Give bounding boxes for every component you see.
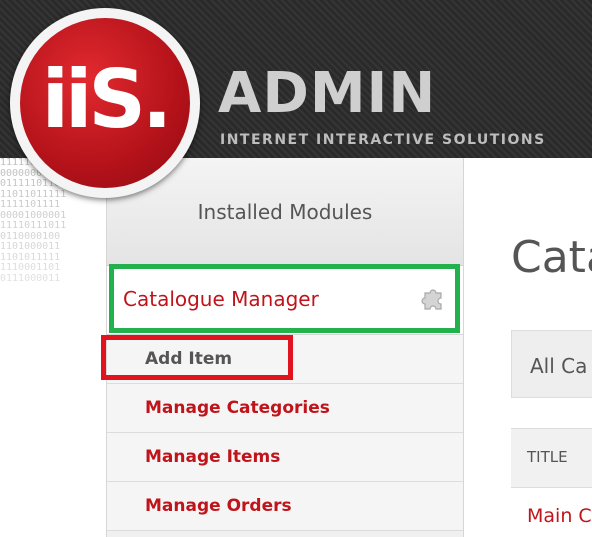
admin-title: ADMIN	[218, 61, 437, 126]
sidebar-item-label: Manage Categories	[145, 398, 330, 418]
sidebar-item-manage-categories[interactable]: Manage Categories	[107, 384, 463, 433]
iis-logo[interactable]: iiS.	[10, 8, 200, 198]
sidebar-item-manage-items[interactable]: Manage Items	[107, 433, 463, 482]
table-header: TITLE	[511, 428, 592, 488]
highlight-box-green	[109, 264, 460, 333]
highlight-box-red	[101, 335, 293, 380]
admin-subtitle: INTERNET INTERACTIVE SOLUTIONS	[220, 132, 546, 148]
table-cell-title-link[interactable]: Main C	[527, 505, 592, 527]
logo-disc: iiS.	[20, 18, 190, 188]
sidebar-item-label: Manage Items	[145, 447, 281, 467]
sidebar-item-label: Manage Orders	[145, 496, 292, 516]
sidebar-item-manage-orders[interactable]: Manage Orders	[107, 482, 463, 531]
category-filter-select[interactable]: All Ca	[511, 330, 592, 398]
binary-fade	[0, 158, 106, 537]
logo-text: iiS.	[41, 53, 173, 146]
page-title: Cata	[511, 232, 592, 283]
column-header-title[interactable]: TITLE	[527, 448, 568, 466]
installed-modules-label: Installed Modules	[197, 200, 373, 224]
category-filter-value: All Ca	[530, 354, 588, 378]
